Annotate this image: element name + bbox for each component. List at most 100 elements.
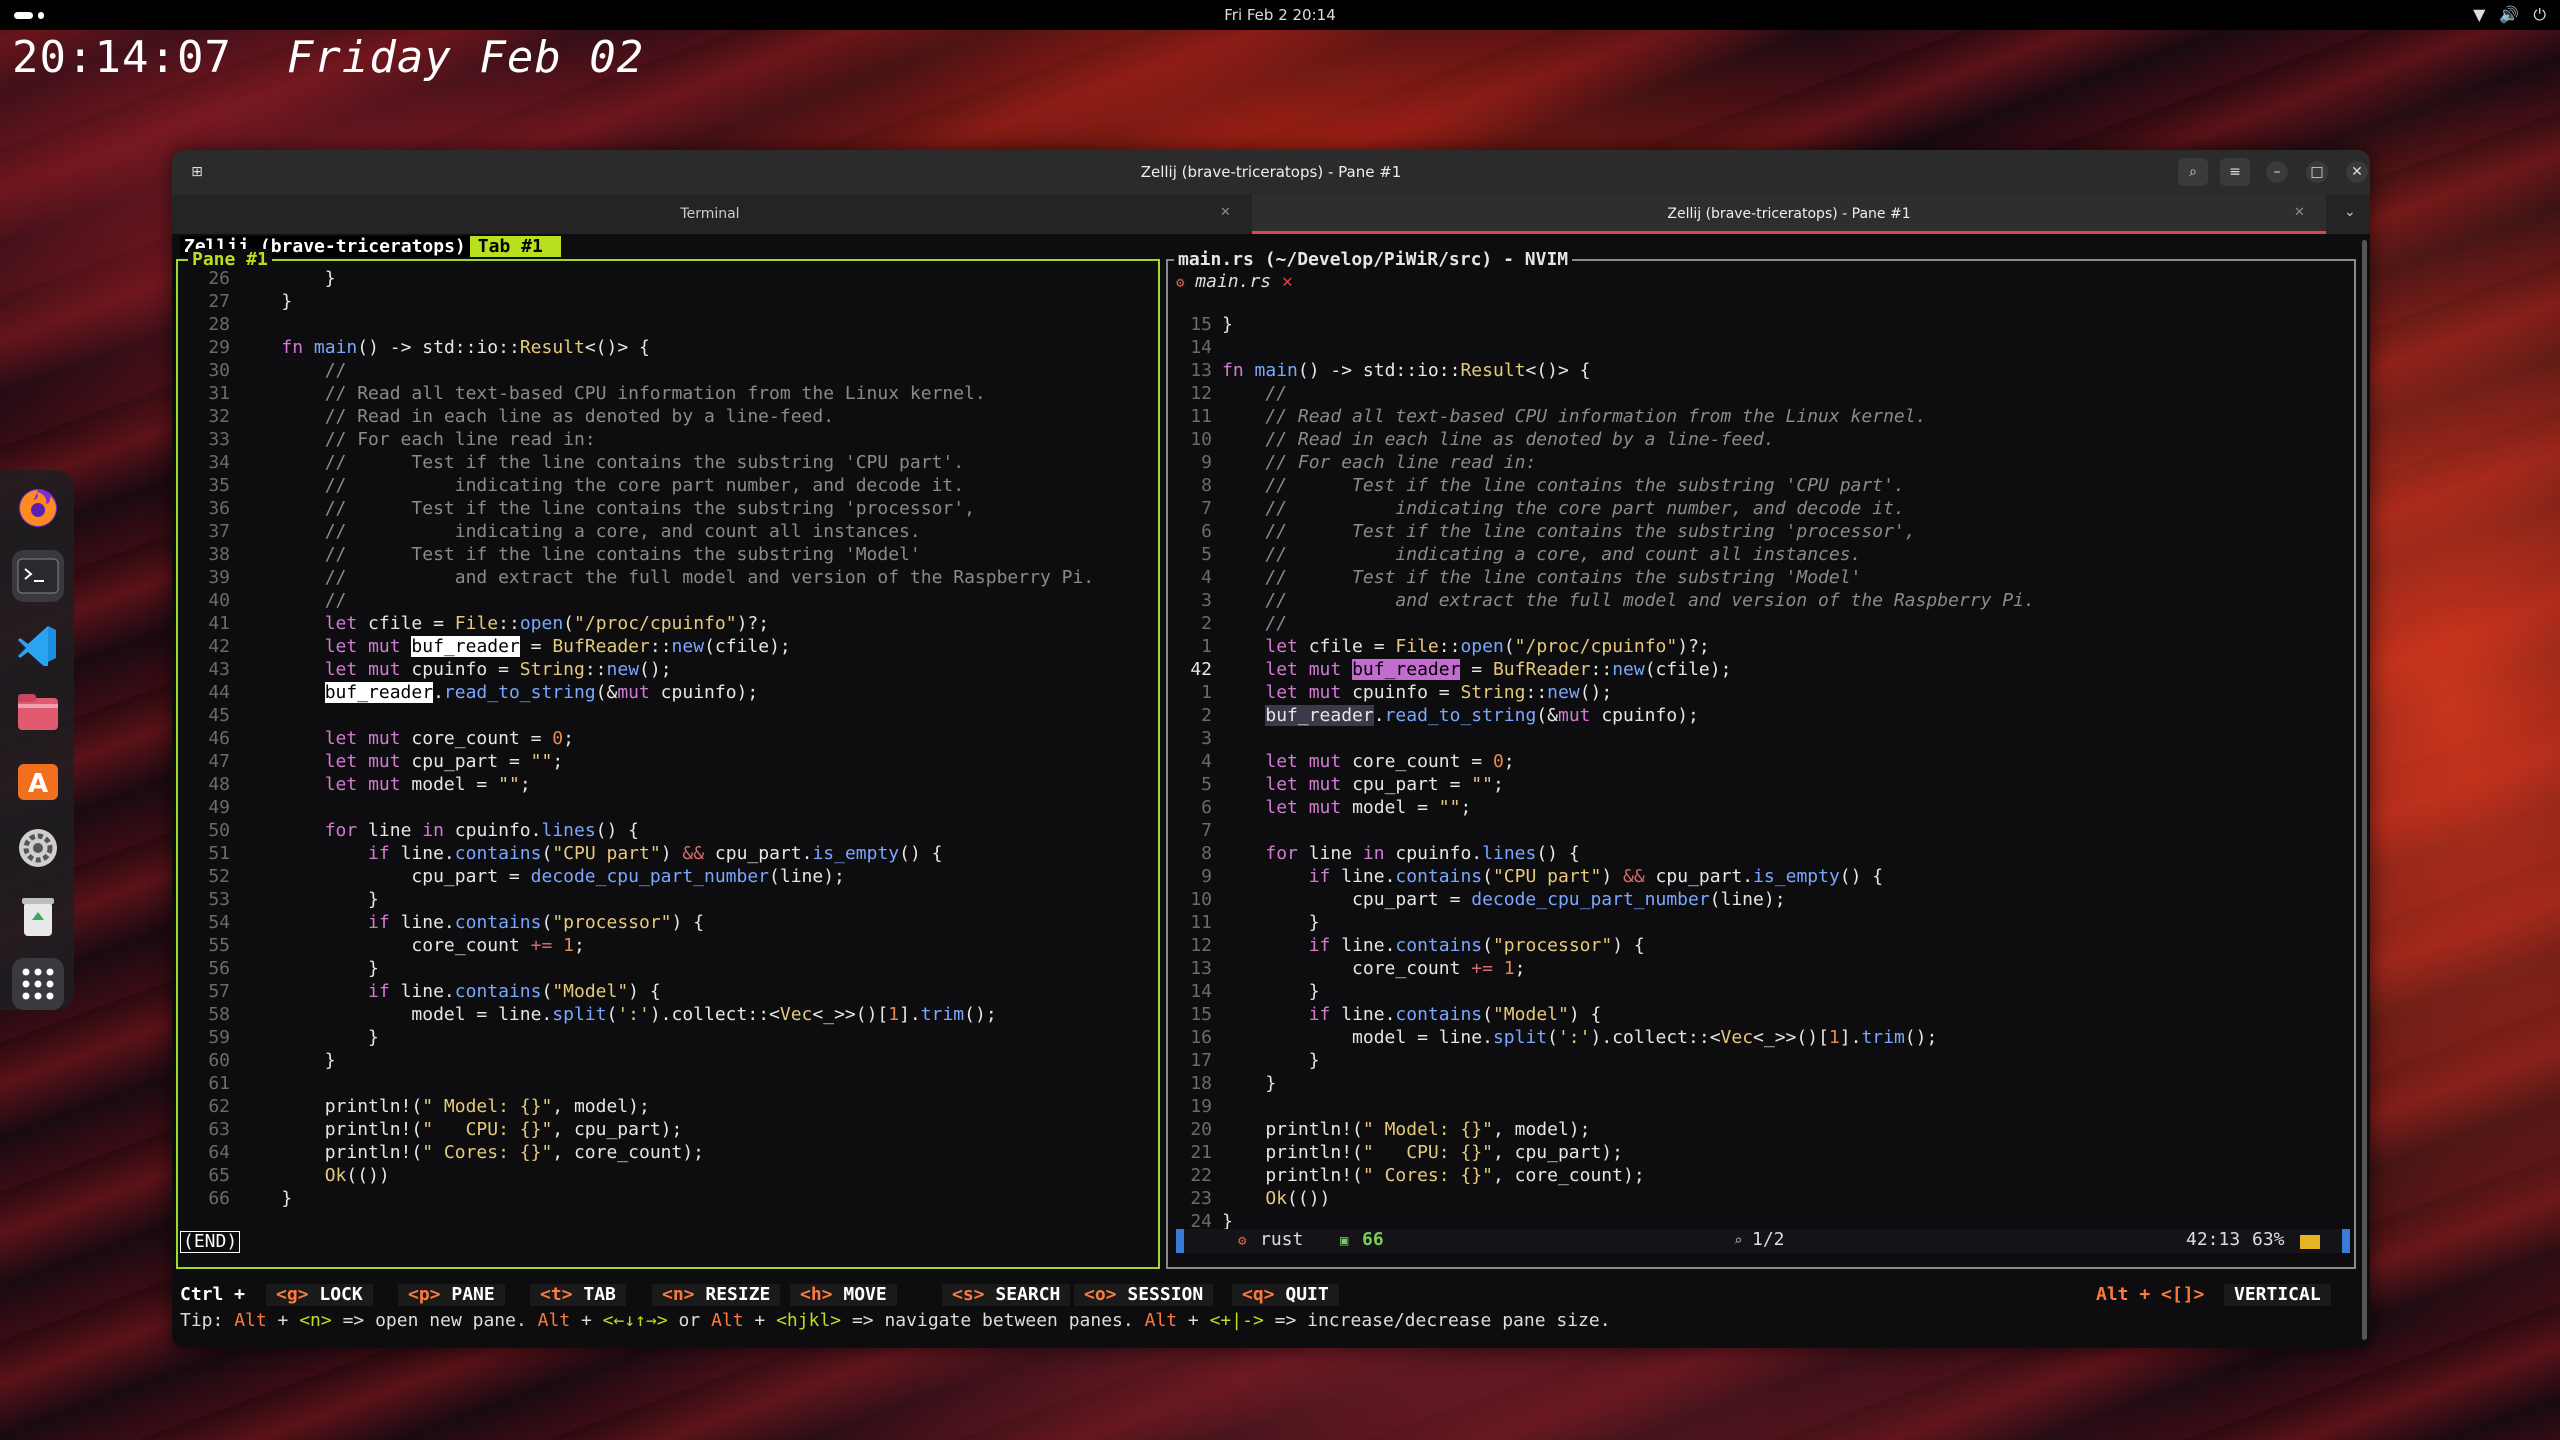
volume-icon: 🔊 bbox=[2499, 5, 2520, 24]
line-text: let cfile = File::open("/proc/cpuinfo")?… bbox=[1265, 636, 1710, 657]
tip-text: Tip: bbox=[180, 1310, 235, 1331]
line-number: 28 bbox=[208, 314, 230, 335]
app-center-icon[interactable]: A bbox=[12, 754, 64, 806]
keybar-right-key: Alt + <[]> bbox=[2096, 1284, 2205, 1305]
right-pane-title: main.rs (~/Develop/PiWiR/src) - NVIM bbox=[1174, 249, 1573, 270]
line-text: fn main() -> std::io::Result<()> { bbox=[1222, 360, 1591, 381]
code-line: 63 println!(" CPU: {}", cpu_part); bbox=[186, 1118, 1094, 1141]
keybar-vertical[interactable]: VERTICAL bbox=[2224, 1284, 2331, 1306]
keybar-label: MOVE bbox=[832, 1284, 887, 1305]
code-line: 58 model = line.split(':').collect::<Vec… bbox=[186, 1003, 1094, 1026]
nvim-buffer-tab[interactable]: main.rs bbox=[1195, 271, 1271, 292]
line-text: if line.contains("processor") { bbox=[368, 912, 705, 933]
line-number: 16 bbox=[1190, 1027, 1212, 1048]
line-number: 47 bbox=[208, 751, 230, 772]
firefox-icon[interactable] bbox=[12, 482, 64, 534]
tip-key: Alt bbox=[1144, 1310, 1178, 1331]
code-line: 9 if line.contains("CPU part") && cpu_pa… bbox=[1176, 865, 2035, 888]
zellij-keybar: Ctrl + <g> LOCK <p> PANE <t> TAB <n> RESIZE… bbox=[172, 1284, 2370, 1308]
line-number: 18 bbox=[1190, 1073, 1212, 1094]
line-text: // indicating the core part number, and … bbox=[324, 475, 965, 496]
keybar-key: <n> bbox=[662, 1284, 695, 1305]
trash-icon[interactable] bbox=[12, 890, 64, 942]
minimize-icon[interactable]: – bbox=[2262, 158, 2292, 186]
line-number: 43 bbox=[208, 659, 230, 680]
line-text: core_count += 1; bbox=[238, 935, 585, 956]
desktop-date: Friday Feb 02 bbox=[286, 32, 645, 83]
keybar-pane[interactable]: <p> PANE bbox=[398, 1284, 505, 1306]
close-icon[interactable]: ✕ bbox=[2342, 158, 2370, 186]
terminal-scrollbar[interactable] bbox=[2362, 240, 2367, 1340]
keybar-resize[interactable]: <n> RESIZE bbox=[652, 1284, 781, 1306]
chevron-down-icon[interactable]: ⌄ bbox=[2344, 204, 2356, 220]
code-line: 3 // and extract the full model and vers… bbox=[1176, 589, 2035, 612]
close-tab-icon[interactable]: ✕ bbox=[2294, 205, 2305, 220]
keybar-session[interactable]: <o> SESSION bbox=[1074, 1284, 1214, 1306]
code-line: 3 bbox=[1176, 727, 2035, 750]
line-text: let mut cpu_part = ""; bbox=[1265, 774, 1504, 795]
topbar-clock[interactable]: Fri Feb 2 20:14 bbox=[0, 6, 2560, 24]
maximize-icon[interactable]: □ bbox=[2302, 158, 2332, 186]
line-number: 13 bbox=[1190, 360, 1212, 381]
line-number: 57 bbox=[208, 981, 230, 1002]
line-text: // bbox=[324, 360, 347, 381]
line-number: 6 bbox=[1201, 797, 1212, 818]
keybar-lock[interactable]: <g> LOCK bbox=[266, 1284, 373, 1306]
code-line: 51 if line.contains("CPU part") && cpu_p… bbox=[186, 842, 1094, 865]
menu-icon[interactable]: ≡ bbox=[2220, 158, 2250, 186]
keybar-label: TAB bbox=[572, 1284, 616, 1305]
window-titlebar[interactable]: ⊞ Zellij (brave-triceratops) - Pane #1 ⌕… bbox=[172, 150, 2370, 194]
line-text: println!(" CPU: {}", cpu_part); bbox=[238, 1119, 683, 1140]
code-line: 39 // and extract the full model and ver… bbox=[186, 566, 1094, 589]
nvim-bufferline: ⚙ main.rs ✕ bbox=[1176, 271, 2350, 293]
code-line: 57 if line.contains("Model") { bbox=[186, 980, 1094, 1003]
system-tray[interactable]: ▼ 🔊 ⏻ bbox=[2473, 5, 2546, 25]
line-number: 2 bbox=[1201, 705, 1212, 726]
tab-zellij[interactable]: Zellij (brave-triceratops) - Pane #1 ✕ bbox=[1252, 194, 2326, 234]
line-number: 58 bbox=[208, 1004, 230, 1025]
code-line: 12 // bbox=[1176, 382, 2035, 405]
keybar-tab[interactable]: <t> TAB bbox=[530, 1284, 626, 1306]
svg-text:A: A bbox=[28, 769, 48, 799]
line-number: 53 bbox=[208, 889, 230, 910]
code-line: 6 // Test if the line contains the subst… bbox=[1176, 520, 2035, 543]
vscode-icon[interactable] bbox=[12, 618, 64, 670]
scroll-indicator bbox=[2300, 1235, 2320, 1249]
close-tab-icon[interactable]: ✕ bbox=[1220, 205, 1231, 220]
rust-icon: ⚙ bbox=[1238, 1233, 1247, 1249]
line-number: 22 bbox=[1190, 1165, 1212, 1186]
tip-text: => navigate between panes. bbox=[841, 1310, 1145, 1331]
buffer-close-icon[interactable]: ✕ bbox=[1282, 271, 1293, 292]
zellij-tab-active[interactable]: Tab #1 bbox=[469, 236, 561, 257]
line-text: for line in cpuinfo.lines() { bbox=[324, 820, 640, 841]
terminal-area[interactable]: Zellij (brave-triceratops) Tab #1 Pane #1… bbox=[172, 234, 2370, 1348]
code-line: 34 // Test if the line contains the subs… bbox=[186, 451, 1094, 474]
settings-icon[interactable] bbox=[12, 822, 64, 874]
tip-key: <n> bbox=[299, 1310, 332, 1331]
files-icon[interactable] bbox=[12, 686, 64, 738]
tip-text: or bbox=[667, 1310, 712, 1331]
code-line: 17 } bbox=[1176, 1049, 2035, 1072]
code-line: 42 let mut buf_reader = BufReader::new(c… bbox=[1176, 658, 2035, 681]
right-pane[interactable]: main.rs (~/Develop/PiWiR/src) - NVIM ⚙ m… bbox=[1166, 249, 2356, 1269]
line-number: 65 bbox=[208, 1165, 230, 1186]
grid-icon[interactable] bbox=[12, 958, 64, 1010]
code-line: 41 let cfile = File::open("/proc/cpuinfo… bbox=[186, 612, 1094, 635]
keybar-search[interactable]: <s> SEARCH bbox=[942, 1284, 1071, 1306]
line-number: 63 bbox=[208, 1119, 230, 1140]
terminal-icon[interactable] bbox=[12, 550, 64, 602]
left-pane[interactable]: Pane #1 26 } 27 } 28 29 fn main() -> std::i… bbox=[176, 249, 1160, 1269]
keybar-label: SESSION bbox=[1116, 1284, 1204, 1305]
line-text: model = line.split(':').collect::<Vec<_>… bbox=[238, 1004, 997, 1025]
line-number: 50 bbox=[208, 820, 230, 841]
tab-terminal[interactable]: Terminal ✕ bbox=[172, 194, 1248, 234]
keybar-move[interactable]: <h> MOVE bbox=[790, 1284, 897, 1306]
line-text: } bbox=[1222, 912, 1320, 933]
keybar-quit[interactable]: <q> QUIT bbox=[1232, 1284, 1339, 1306]
line-text: fn main() -> std::io::Result<()> { bbox=[281, 337, 650, 358]
line-text: } bbox=[238, 268, 336, 289]
line-text: let mut buf_reader = BufReader::new(cfil… bbox=[324, 636, 791, 657]
nvim-search-count: 1/2 bbox=[1752, 1229, 1785, 1250]
search-icon[interactable]: ⌕ bbox=[2178, 158, 2208, 186]
tab-label: Terminal bbox=[680, 206, 740, 222]
